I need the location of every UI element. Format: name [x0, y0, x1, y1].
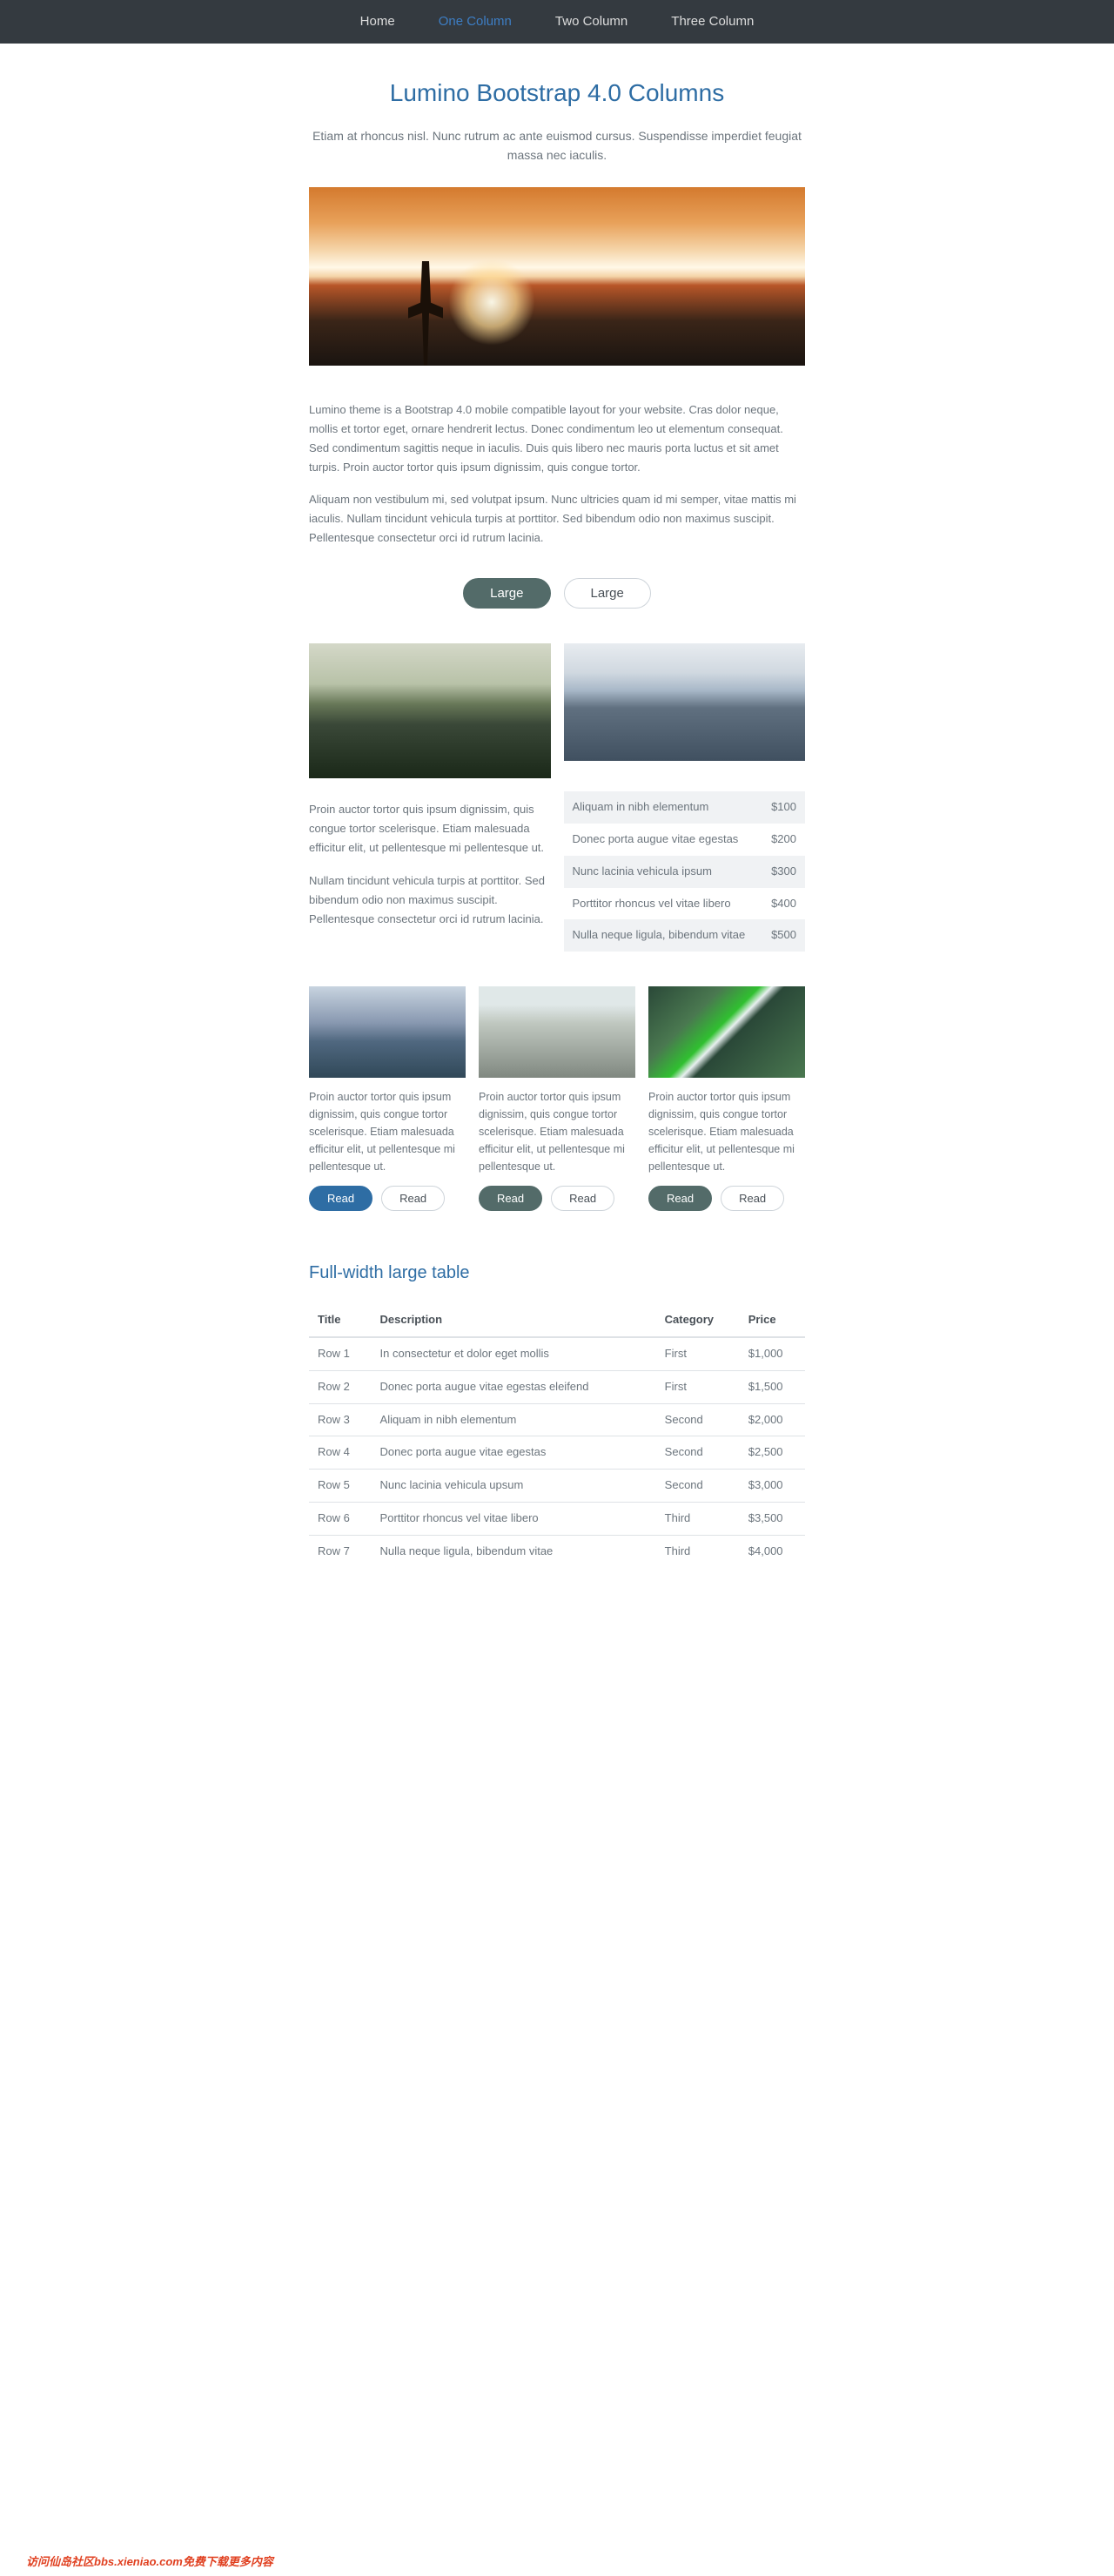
nav-link-two-column[interactable]: Two Column — [555, 11, 627, 32]
table-row: Row 3Aliquam in nibh elementumSecond$2,0… — [309, 1403, 805, 1436]
large-button-primary[interactable]: Large — [463, 578, 550, 609]
table-row: Nulla neque ligula, bibendum vitae$500 — [564, 919, 806, 952]
item-price: $200 — [761, 824, 805, 856]
hero-image — [309, 187, 805, 366]
card-image — [309, 986, 466, 1078]
table-cell: Nunc lacinia vehicula upsum — [372, 1470, 656, 1503]
intro-paragraph: Aliquam non vestibulum mi, sed volutpat … — [309, 490, 805, 548]
item-name: Porttitor rhoncus vel vitae libero — [564, 888, 762, 920]
item-price: $400 — [761, 888, 805, 920]
table-cell: Aliquam in nibh elementum — [372, 1403, 656, 1436]
table-cell: Row 3 — [309, 1403, 372, 1436]
item-name: Nulla neque ligula, bibendum vitae — [564, 919, 762, 952]
table-cell: Third — [656, 1503, 740, 1536]
table-header: Price — [740, 1304, 805, 1337]
table-cell: Porttitor rhoncus vel vitae libero — [372, 1503, 656, 1536]
table-row: Donec porta augue vitae egestas$200 — [564, 824, 806, 856]
item-name: Nunc lacinia vehicula ipsum — [564, 856, 762, 888]
table-cell: First — [656, 1370, 740, 1403]
paragraph: Proin auctor tortor quis ipsum dignissim… — [309, 800, 551, 858]
page-subtitle: Etiam at rhoncus nisl. Nunc rutrum ac an… — [309, 126, 805, 165]
intro-paragraph: Lumino theme is a Bootstrap 4.0 mobile c… — [309, 400, 805, 477]
nav-link-one-column[interactable]: One Column — [439, 11, 512, 32]
table-header: Description — [372, 1304, 656, 1337]
table-cell: Third — [656, 1535, 740, 1567]
table-row: Row 4Donec porta augue vitae egestasSeco… — [309, 1436, 805, 1470]
card-image — [648, 986, 805, 1078]
table-cell: $2,000 — [740, 1403, 805, 1436]
table-cell: $3,500 — [740, 1503, 805, 1536]
table-header: Category — [656, 1304, 740, 1337]
table-cell: $1,000 — [740, 1337, 805, 1370]
table-cell: Donec porta augue vitae egestas eleifend — [372, 1370, 656, 1403]
table-cell: Row 7 — [309, 1535, 372, 1567]
table-row: Row 1In consectetur et dolor eget mollis… — [309, 1337, 805, 1370]
table-cell: Nulla neque ligula, bibendum vitae — [372, 1535, 656, 1567]
table-cell: Row 6 — [309, 1503, 372, 1536]
table-cell: In consectetur et dolor eget mollis — [372, 1337, 656, 1370]
large-button-secondary[interactable]: Large — [564, 578, 651, 609]
intro-text: Lumino theme is a Bootstrap 4.0 mobile c… — [309, 392, 805, 570]
table-cell: Row 2 — [309, 1370, 372, 1403]
table-row: Row 6Porttitor rhoncus vel vitae liberoT… — [309, 1503, 805, 1536]
table-header: Title — [309, 1304, 372, 1337]
item-price: $300 — [761, 856, 805, 888]
table-row: Aliquam in nibh elementum$100 — [564, 791, 806, 824]
read-button-secondary[interactable]: Read — [721, 1186, 784, 1211]
paragraph: Nullam tincidunt vehicula turpis at port… — [309, 871, 551, 929]
table-cell: Second — [656, 1436, 740, 1470]
content-image — [309, 643, 551, 778]
table-cell: Second — [656, 1470, 740, 1503]
card: Proin auctor tortor quis ipsum dignissim… — [648, 986, 805, 1211]
three-column-cards: Proin auctor tortor quis ipsum dignissim… — [309, 986, 805, 1211]
read-button-primary[interactable]: Read — [479, 1186, 542, 1211]
read-button-primary[interactable]: Read — [648, 1186, 712, 1211]
content-image — [564, 643, 806, 761]
table-cell: $1,500 — [740, 1370, 805, 1403]
table-cell: Donec porta augue vitae egestas — [372, 1436, 656, 1470]
card: Proin auctor tortor quis ipsum dignissim… — [479, 986, 635, 1211]
large-table: TitleDescriptionCategoryPriceRow 1In con… — [309, 1304, 805, 1567]
price-table: Aliquam in nibh elementum$100Donec porta… — [564, 791, 806, 952]
read-button-secondary[interactable]: Read — [381, 1186, 445, 1211]
card-image — [479, 986, 635, 1078]
table-cell: $4,000 — [740, 1535, 805, 1567]
nav-link-home[interactable]: Home — [360, 11, 395, 32]
card-text: Proin auctor tortor quis ipsum dignissim… — [648, 1078, 805, 1186]
table-row: Porttitor rhoncus vel vitae libero$400 — [564, 888, 806, 920]
watermark-text: 访问仙岛社区bbs.xieniao.com免费下载更多内容 — [26, 2553, 273, 2572]
table-cell: $2,500 — [740, 1436, 805, 1470]
table-row: Row 5Nunc lacinia vehicula upsumSecond$3… — [309, 1470, 805, 1503]
table-cell: First — [656, 1337, 740, 1370]
top-nav: Home One Column Two Column Three Column — [0, 0, 1114, 44]
read-button-secondary[interactable]: Read — [551, 1186, 614, 1211]
table-cell: $3,000 — [740, 1470, 805, 1503]
table-row: Row 2Donec porta augue vitae egestas ele… — [309, 1370, 805, 1403]
card: Proin auctor tortor quis ipsum dignissim… — [309, 986, 466, 1211]
table-row: Nunc lacinia vehicula ipsum$300 — [564, 856, 806, 888]
read-button-primary[interactable]: Read — [309, 1186, 372, 1211]
table-cell: Row 5 — [309, 1470, 372, 1503]
card-text: Proin auctor tortor quis ipsum dignissim… — [309, 1078, 466, 1186]
item-name: Donec porta augue vitae egestas — [564, 824, 762, 856]
nav-link-three-column[interactable]: Three Column — [671, 11, 754, 32]
table-cell: Row 4 — [309, 1436, 372, 1470]
card-text: Proin auctor tortor quis ipsum dignissim… — [479, 1078, 635, 1186]
item-name: Aliquam in nibh elementum — [564, 791, 762, 824]
page-header: Lumino Bootstrap 4.0 Columns Etiam at rh… — [309, 44, 805, 187]
two-column-images — [309, 643, 805, 778]
item-price: $500 — [761, 919, 805, 952]
two-col-text: Proin auctor tortor quis ipsum dignissim… — [309, 791, 551, 952]
table-cell: Row 1 — [309, 1337, 372, 1370]
page-title: Lumino Bootstrap 4.0 Columns — [309, 74, 805, 113]
table-cell: Second — [656, 1403, 740, 1436]
table-row: Row 7Nulla neque ligula, bibendum vitaeT… — [309, 1535, 805, 1567]
item-price: $100 — [761, 791, 805, 824]
section-title: Full-width large table — [309, 1224, 805, 1304]
button-row: Large Large — [309, 569, 805, 643]
